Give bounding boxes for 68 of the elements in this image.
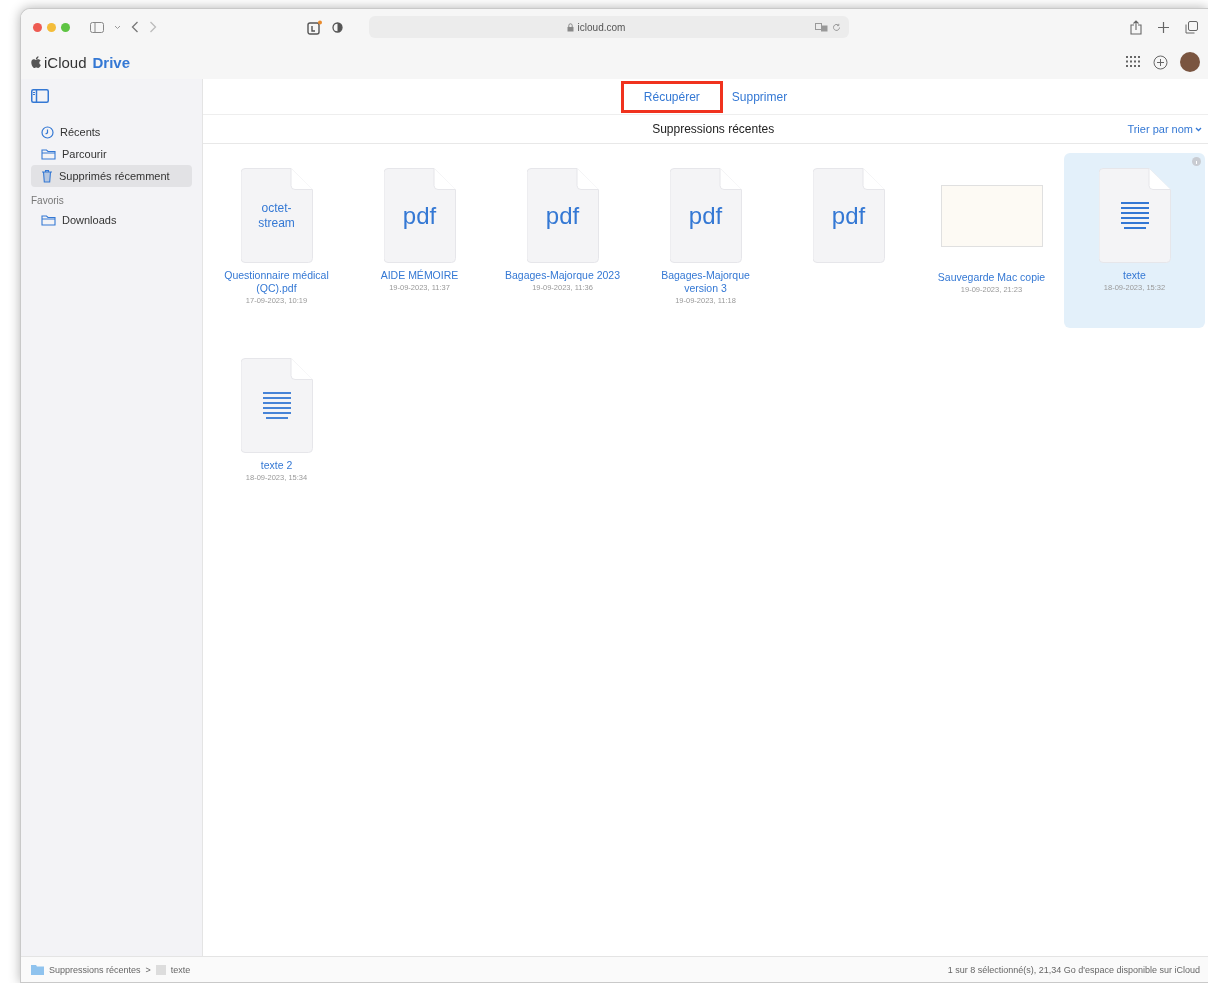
folder-icon bbox=[41, 148, 56, 160]
file-page-icon bbox=[240, 168, 313, 263]
file-type-label: pdf bbox=[688, 201, 723, 230]
sidebar-toggle-icon[interactable] bbox=[31, 89, 49, 103]
folder-icon bbox=[41, 214, 56, 226]
new-tab-icon[interactable] bbox=[1158, 21, 1169, 33]
breadcrumb-item[interactable]: texte bbox=[170, 964, 191, 975]
back-icon[interactable] bbox=[131, 21, 139, 33]
sidebar-heading: Favoris bbox=[31, 195, 65, 206]
address-text: icloud.com bbox=[577, 21, 626, 33]
sort-menu[interactable]: Trier par nom bbox=[1127, 123, 1202, 135]
file-name: Questionnaire médical (QC).pdf bbox=[223, 269, 330, 295]
sidebar-item-label: Récents bbox=[60, 126, 101, 138]
reload-icon[interactable] bbox=[832, 22, 841, 32]
trash-icon bbox=[41, 169, 53, 183]
file-name: texte bbox=[1122, 269, 1147, 282]
folder-title: Suppressions récentes bbox=[651, 122, 776, 136]
status-text: 1 sur 8 sélectionné(s), 21,34 Go d'espace disponible sur iCloud bbox=[947, 964, 1200, 975]
sidebar-item[interactable]: Récents bbox=[31, 121, 192, 143]
share-icon[interactable] bbox=[1130, 19, 1142, 35]
file-name: Bagages-Majorque 2023 bbox=[504, 269, 621, 282]
file-name: texte 2 bbox=[259, 459, 294, 472]
action-button[interactable]: Supprimer bbox=[728, 80, 791, 113]
file-type-label: pdf bbox=[831, 201, 866, 230]
lock-icon bbox=[566, 22, 574, 32]
clock-icon bbox=[41, 125, 54, 139]
sidebar-item-label: Downloads bbox=[62, 214, 117, 226]
highlighted-action-button[interactable]: Récupérer bbox=[620, 80, 723, 113]
tabs-overview-icon[interactable] bbox=[1185, 20, 1198, 34]
close-button[interactable] bbox=[33, 22, 42, 32]
breadcrumb-item[interactable]: Suppressions récentes bbox=[49, 964, 141, 975]
file-type-label: octet-stream bbox=[257, 200, 296, 231]
sidebar-item-label: Supprimés récemment bbox=[59, 170, 170, 182]
file-name: Bagages-Majorque version 3 bbox=[660, 269, 751, 295]
sidebar-item-label: Parcourir bbox=[62, 148, 107, 160]
folder-icon bbox=[31, 964, 44, 975]
add-icon[interactable] bbox=[1153, 54, 1168, 70]
sidebar-toggle-icon[interactable] bbox=[90, 21, 104, 33]
text-lines-icon bbox=[1120, 200, 1149, 231]
sidebar-item[interactable]: Supprimés récemment bbox=[31, 165, 192, 187]
file-page-icon bbox=[812, 168, 885, 263]
chevron-down-icon bbox=[1195, 126, 1202, 132]
file-page-icon bbox=[1098, 168, 1171, 263]
file-name: AIDE MÉMOIRE bbox=[379, 269, 460, 282]
file-page-icon bbox=[383, 168, 456, 263]
avatar[interactable] bbox=[1180, 52, 1200, 72]
file-type-label: pdf bbox=[545, 201, 580, 230]
translate-icon[interactable] bbox=[815, 22, 828, 32]
file-tile[interactable]: pdf bbox=[778, 153, 919, 328]
sidebar-item[interactable]: Downloads bbox=[31, 209, 192, 231]
apple-logo-icon bbox=[31, 55, 42, 69]
app-grid-icon[interactable] bbox=[1126, 56, 1141, 68]
sidebar-item[interactable]: Parcourir bbox=[31, 143, 192, 165]
extension-icon[interactable] bbox=[307, 19, 322, 35]
chevron-down-icon[interactable] bbox=[114, 24, 121, 30]
zoom-button[interactable] bbox=[61, 22, 70, 32]
file-page-icon bbox=[526, 168, 599, 263]
file-icon bbox=[155, 964, 166, 975]
app-title-product: Drive bbox=[92, 53, 131, 71]
file-name: Sauvegarde Mac copie bbox=[936, 271, 1047, 284]
file-page-icon bbox=[240, 358, 313, 453]
app-title: iCloud bbox=[44, 53, 87, 71]
address-bar[interactable]: icloud.com bbox=[369, 16, 849, 38]
file-type-label: pdf bbox=[402, 201, 437, 230]
file-page-icon bbox=[669, 168, 742, 263]
breadcrumb-separator: > bbox=[145, 964, 151, 975]
text-lines-icon bbox=[262, 390, 291, 421]
shield-icon[interactable] bbox=[332, 21, 343, 33]
